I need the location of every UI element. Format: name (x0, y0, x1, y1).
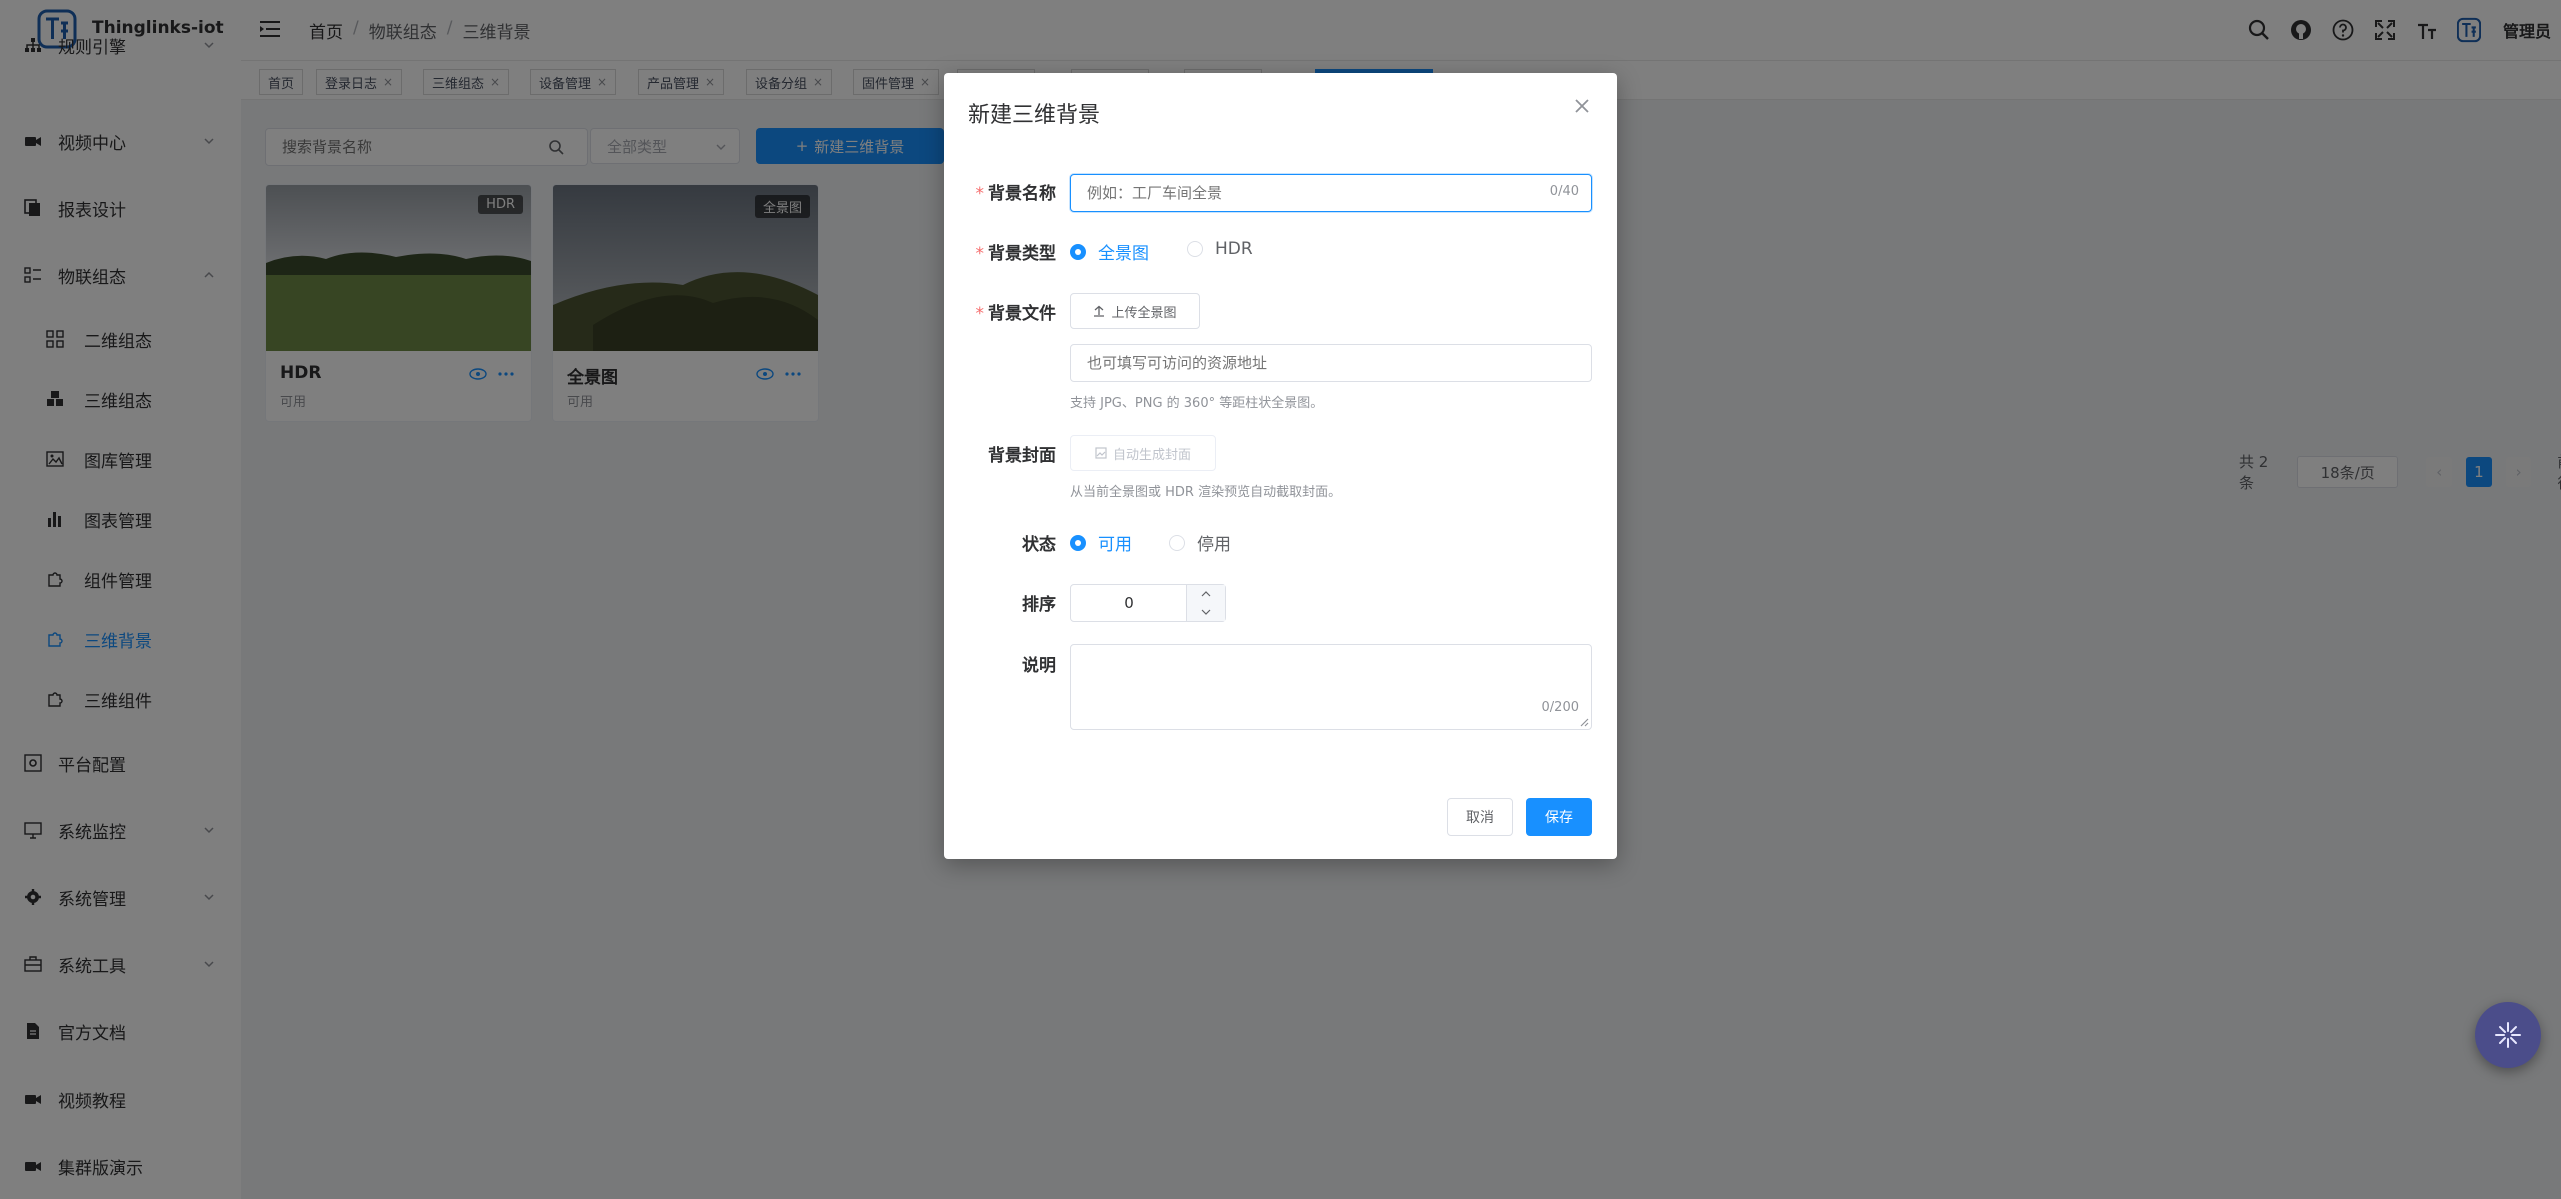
radio-label: 可用 (1098, 535, 1132, 555)
chevron-down-icon (1201, 609, 1211, 615)
decrement-button[interactable] (1186, 603, 1225, 621)
status-radio-disabled[interactable]: 停用 (1169, 530, 1231, 555)
url-field (1070, 344, 1593, 382)
name-input[interactable] (1071, 175, 1563, 211)
assistant-float-button[interactable] (2475, 1002, 2541, 1068)
increment-button[interactable] (1186, 585, 1225, 604)
auto-cover-button[interactable]: 自动生成封面 (1070, 435, 1216, 471)
radio-label: HDR (1215, 239, 1253, 259)
name-label: * 背景名称 (975, 184, 1057, 204)
sort-value[interactable]: 0 (1071, 585, 1187, 621)
description-textarea[interactable]: 0/200 (1070, 644, 1592, 730)
status-label: 状态 (1022, 535, 1056, 555)
type-label: * 背景类型 (975, 244, 1057, 264)
sort-stepper: 0 (1070, 584, 1226, 622)
type-radio-panorama[interactable]: 全景图 (1070, 239, 1149, 264)
close-icon[interactable] (1573, 97, 1591, 115)
chevron-up-icon (1201, 591, 1211, 597)
file-hint: 支持 JPG、PNG 的 360° 等距柱状全景图。 (1070, 396, 1324, 411)
cancel-button[interactable]: 取消 (1447, 798, 1513, 836)
new-background-dialog: 新建三维背景 *背景名称 0/40 *背景类型 全景图 HDR *背景文件 上传… (944, 73, 1617, 859)
upload-panorama-button[interactable]: 上传全景图 (1070, 293, 1200, 329)
app-root: Thinglinks-iot 规则引擎 视频中心 报表设计 物联组态 二维组态 (0, 0, 2561, 1199)
file-label: * 背景文件 (975, 304, 1057, 324)
dialog-title: 新建三维背景 (968, 103, 1101, 128)
status-radio-enabled[interactable]: 可用 (1070, 530, 1132, 555)
auto-cover-label: 自动生成封面 (1112, 447, 1191, 463)
upload-icon (1094, 305, 1105, 317)
cover-hint: 从当前全景图或 HDR 渲染预览自动截取封面。 (1070, 485, 1342, 500)
radio-label: 全景图 (1098, 244, 1149, 264)
resize-handle-icon[interactable] (1579, 717, 1589, 727)
url-input[interactable] (1071, 345, 1593, 381)
desc-label: 说明 (1022, 656, 1056, 676)
type-radio-hdr[interactable]: HDR (1187, 239, 1253, 259)
desc-counter: 0/200 (1541, 700, 1579, 715)
sparkle-icon (2495, 1022, 2521, 1048)
sort-label: 排序 (1022, 595, 1056, 615)
radio-label: 停用 (1197, 535, 1231, 555)
cover-label: 背景封面 (988, 446, 1056, 466)
upload-button-label: 上传全景图 (1111, 305, 1177, 321)
image-icon (1095, 447, 1107, 459)
name-counter: 0/40 (1549, 184, 1579, 199)
name-field: 0/40 (1070, 174, 1592, 212)
save-button[interactable]: 保存 (1526, 798, 1592, 836)
